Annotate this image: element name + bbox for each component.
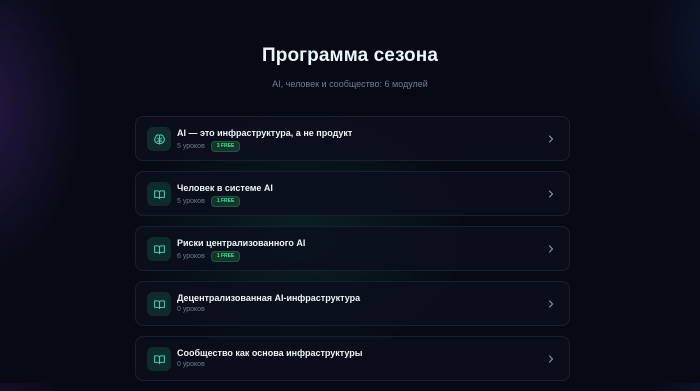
book-icon <box>147 237 171 261</box>
module-title: Децентрализованная AI-инфраструктура <box>177 293 361 303</box>
lesson-count: 0 уроков <box>177 306 205 313</box>
chevron-right-icon <box>547 189 555 199</box>
chevron-right-icon <box>547 244 555 254</box>
page-title: Программа сезона <box>261 45 438 66</box>
module-meta: 0 уроков <box>177 306 205 313</box>
free-badge: 1 FREE <box>210 251 241 262</box>
chevron-right-icon <box>547 299 555 309</box>
chevron-right-icon <box>547 354 555 364</box>
module-title: Риски централизованного AI <box>177 238 306 248</box>
module-title: Человек в системе AI <box>177 183 273 193</box>
module-card-4[interactable]: Децентрализованная AI-инфраструктура 0 у… <box>135 281 570 326</box>
lesson-count: 0 уроков <box>177 361 205 368</box>
module-list: AI — это инфраструктура, а не продукт 5 … <box>135 116 570 391</box>
free-badge: 3 FREE <box>210 141 241 152</box>
page-subtitle: AI, человек и сообщество: 6 модулей <box>272 79 428 89</box>
module-card-1[interactable]: AI — это инфраструктура, а не продукт 5 … <box>135 116 570 161</box>
module-meta: 5 уроков 3 FREE <box>177 141 241 152</box>
module-title: AI — это инфраструктура, а не продукт <box>177 128 353 138</box>
module-meta: 6 уроков 1 FREE <box>177 251 241 262</box>
brain-icon <box>147 127 171 151</box>
free-badge: 1 FREE <box>210 196 241 207</box>
module-title: Сообщество как основа инфраструктуры <box>177 348 363 358</box>
book-icon <box>147 292 171 316</box>
lesson-count: 5 уроков <box>177 198 205 205</box>
module-meta: 5 уроков 1 FREE <box>177 196 241 207</box>
lesson-count: 6 уроков <box>177 253 205 260</box>
module-card-5[interactable]: Сообщество как основа инфраструктуры 0 у… <box>135 336 570 381</box>
book-icon <box>147 182 171 206</box>
module-card-2[interactable]: Человек в системе AI 5 уроков 1 FREE <box>135 171 570 216</box>
module-card-3[interactable]: Риски централизованного AI 6 уроков 1 FR… <box>135 226 570 271</box>
chevron-right-icon <box>547 134 555 144</box>
lesson-count: 5 уроков <box>177 143 205 150</box>
module-meta: 0 уроков <box>177 361 205 368</box>
book-icon <box>147 347 171 371</box>
